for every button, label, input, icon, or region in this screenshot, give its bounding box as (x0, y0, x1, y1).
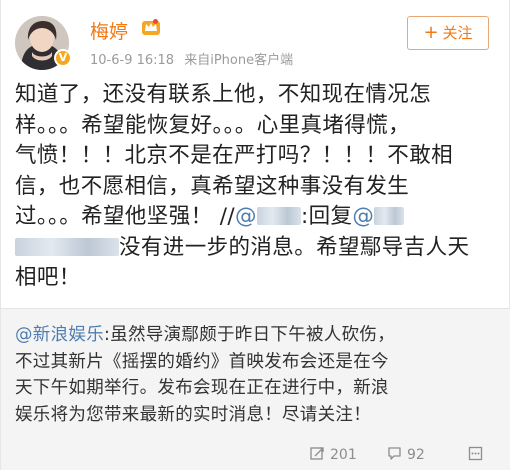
comment-count[interactable]: 92 (387, 446, 425, 463)
reply-label: 回复 (308, 204, 353, 229)
weibo-post-card: V 梅婷 10-6-9 16:18 来自iPhone客户端 + 关注 知道了，还没… (0, 0, 510, 470)
blurred-username (256, 207, 301, 225)
comment-count-value: 92 (407, 447, 425, 463)
username[interactable]: 梅婷 (90, 17, 128, 44)
more-button[interactable] (468, 446, 488, 463)
colon: : (300, 204, 309, 229)
plus-icon: + (423, 22, 439, 43)
post-line: 样。。。希望能恢复好。。。心里真堵得慌， (15, 112, 411, 138)
repost-icon (310, 447, 324, 460)
more-icon (468, 446, 483, 461)
repost-line-text: :虽然导演鄢颇于昨日下午被人砍伤， (104, 325, 395, 345)
post-line: 气愤！！！北京不是在严打吗？！！！不敢相 (15, 143, 454, 168)
repost-author-mention[interactable]: @新浪娱乐 (15, 325, 104, 345)
post-line: 信，也不愿相信，真希望这种事没有发生 (15, 173, 410, 199)
reposted-weibo[interactable]: @新浪娱乐:虽然导演鄢颇于昨日下午被人砍伤， 不过其新片《摇摆的婚约》首映发布会… (1, 308, 510, 470)
repost-line: 不过其新片《摇摆的婚约》首映发布会还是在今 (15, 351, 389, 372)
blurred-username (374, 207, 405, 225)
verified-badge-icon: V (54, 49, 72, 67)
timestamp: 10-6-9 16:18 (90, 53, 175, 68)
repost-line: 娱乐将为您带来最新的实时消息！尽请关注！ (15, 404, 371, 425)
repost-count[interactable]: 201 (310, 446, 357, 463)
post-line: 过。。。希望他坚强！ //@:回复@ (15, 202, 501, 233)
repost-line: @新浪娱乐:虽然导演鄢颇于昨日下午被人砍伤， (15, 322, 501, 349)
follow-label: 关注 (442, 24, 473, 42)
repost-count-value: 201 (330, 447, 357, 463)
post-line-text: 没有进一步的消息。希望鄢导吉人天 (119, 234, 470, 260)
follow-button[interactable]: + 关注 (407, 16, 489, 50)
post-line: 相吧！ (15, 265, 81, 290)
at-sign: @ (352, 204, 375, 229)
post-text: 知道了，还没有联系上他，不知现在情况怎 样。。。希望能恢复好。。。心里真堵得慌，… (15, 80, 501, 294)
vip-crown-icon (142, 19, 160, 35)
repost-text: @新浪娱乐:虽然导演鄢颇于昨日下午被人砍伤， 不过其新片《摇摆的婚约》首映发布会… (15, 322, 501, 428)
post-line-text: 过。。。希望他坚强！ // (15, 204, 236, 229)
reply-mention-1[interactable]: @ (235, 204, 301, 229)
post-meta: 10-6-9 16:18 来自iPhone客户端 (90, 49, 293, 68)
at-sign: @ (235, 204, 257, 229)
repost-line: 天下午如期举行。发布会现在正在进行中，新浪 (15, 378, 389, 398)
post-source[interactable]: 来自iPhone客户端 (184, 53, 293, 68)
comment-icon (388, 447, 401, 460)
blurred-username (15, 237, 119, 256)
post-line: 没有进一步的消息。希望鄢导吉人天 (15, 233, 501, 264)
reply-mention-2[interactable]: @ (352, 204, 405, 229)
post-line: 知道了，还没有联系上他，不知现在情况怎 (15, 82, 432, 107)
